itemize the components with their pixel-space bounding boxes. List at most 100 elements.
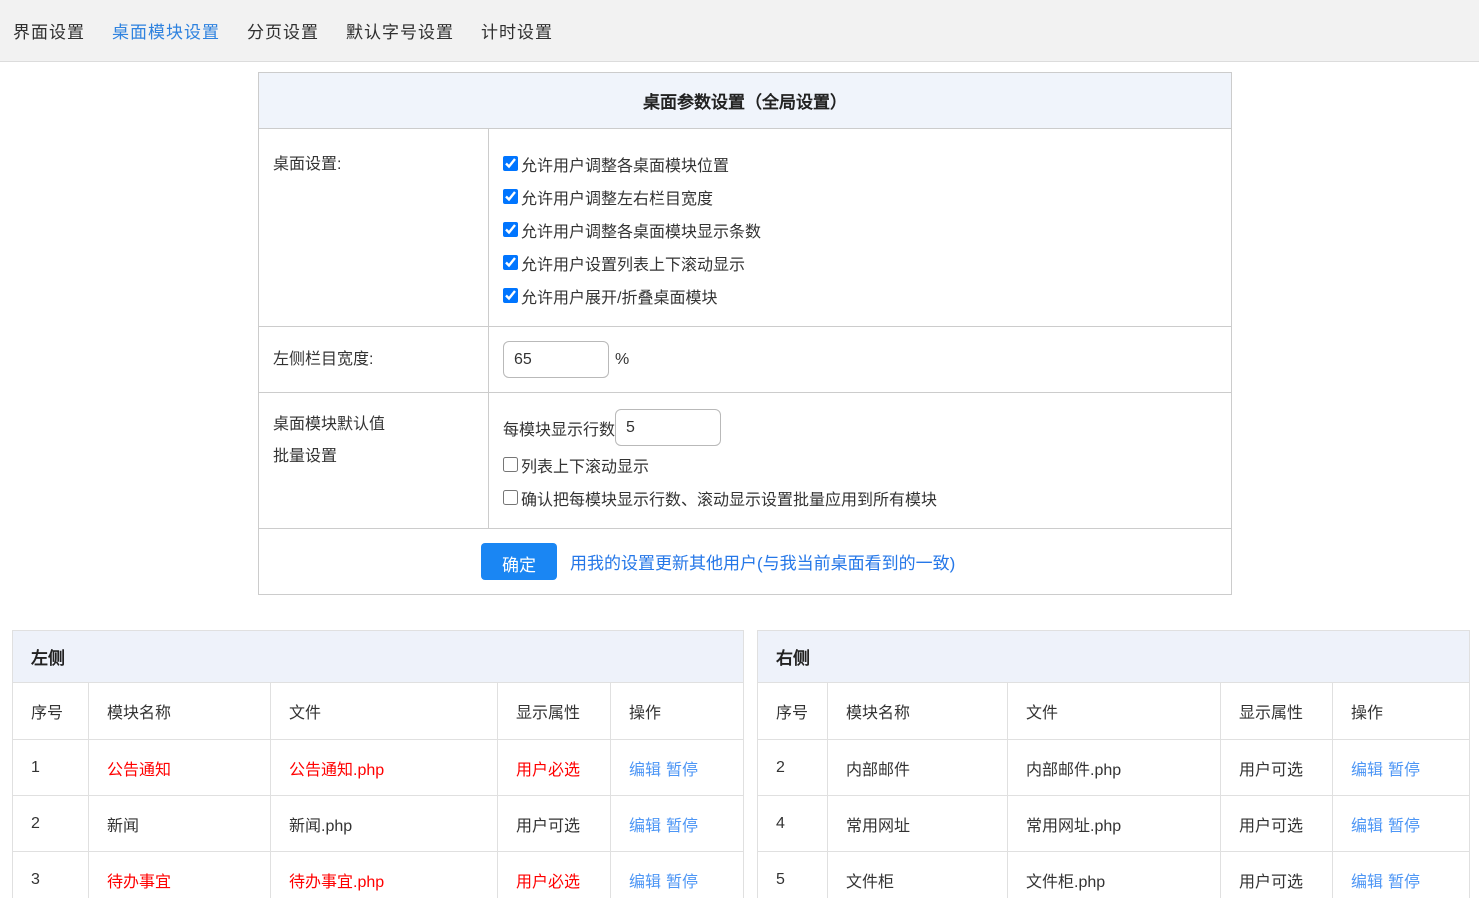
left-column-width-label: 左侧栏目宽度:: [259, 327, 489, 392]
rows-per-module-label: 每模块显示行数: [503, 416, 615, 440]
module-tables: 左侧 序号模块名称文件显示属性操作 1公告通知公告通知.php用户必选编辑暂停2…: [12, 630, 1479, 898]
pause-link[interactable]: 暂停: [666, 818, 698, 835]
column-header-操作: 操作: [611, 683, 744, 740]
table-row: 3待办事宜待办事宜.php用户必选编辑暂停: [13, 852, 744, 898]
top-nav: 界面设置 桌面模块设置 分页设置 默认字号设置 计时设置: [0, 0, 1479, 62]
desktop-settings-panel: 桌面参数设置（全局设置） 桌面设置: 允许用户调整各桌面模块位置允许用户调整左右…: [258, 72, 1232, 595]
edit-link[interactable]: 编辑: [629, 874, 661, 891]
nav-tab-计时设置[interactable]: 计时设置: [481, 18, 553, 43]
left-table-column-header: 序号模块名称文件显示属性操作: [13, 683, 744, 740]
desktop-setting-option[interactable]: 允许用户展开/折叠桌面模块: [503, 279, 1231, 312]
panel-actions-row: 确定 用我的设置更新其他用户(与我当前桌面看到的一致): [259, 529, 1231, 594]
module-defaults-row: 桌面模块默认值 批量设置 每模块显示行数 列表上下滚动显示确认把每模块显示行数、…: [259, 393, 1231, 529]
row-actions: 编辑暂停: [611, 796, 744, 852]
left-table-title: 左侧: [13, 631, 744, 683]
pause-link[interactable]: 暂停: [1388, 762, 1420, 779]
panel-title: 桌面参数设置（全局设置）: [259, 73, 1231, 129]
pause-link[interactable]: 暂停: [666, 874, 698, 891]
table-row: 2内部邮件内部邮件.php用户可选编辑暂停: [758, 740, 1470, 796]
cell-attr: 用户可选: [1221, 740, 1333, 796]
edit-link[interactable]: 编辑: [1351, 874, 1383, 891]
table-row: 4常用网址常用网址.php用户可选编辑暂停: [758, 796, 1470, 852]
column-header-序号: 序号: [13, 683, 89, 740]
desktop-setting-option[interactable]: 允许用户调整左右栏目宽度: [503, 180, 1231, 213]
desktop-setting-option[interactable]: 允许用户调整各桌面模块显示条数: [503, 213, 1231, 246]
column-header-显示属性: 显示属性: [1221, 683, 1333, 740]
module-default-checkbox[interactable]: [503, 457, 518, 472]
desktop-settings-label: 桌面设置:: [259, 129, 489, 326]
left-column-width-row: 左侧栏目宽度: %: [259, 327, 1231, 393]
row-actions: 编辑暂停: [611, 740, 744, 796]
right-table-title: 右侧: [758, 631, 1470, 683]
cell-name: 内部邮件: [828, 740, 1008, 796]
right-modules-table: 右侧 序号模块名称文件显示属性操作 2内部邮件内部邮件.php用户可选编辑暂停4…: [757, 630, 1470, 898]
cell-file: 常用网址.php: [1008, 796, 1221, 852]
column-header-序号: 序号: [758, 683, 828, 740]
column-header-模块名称: 模块名称: [828, 683, 1008, 740]
cell-no: 1: [13, 740, 89, 796]
cell-name: 文件柜: [828, 852, 1008, 898]
left-column-width-input[interactable]: [503, 341, 609, 378]
pause-link[interactable]: 暂停: [1388, 818, 1420, 835]
cell-file: 文件柜.php: [1008, 852, 1221, 898]
left-modules-table: 左侧 序号模块名称文件显示属性操作 1公告通知公告通知.php用户必选编辑暂停2…: [12, 630, 744, 898]
desktop-setting-checkbox[interactable]: [503, 222, 518, 237]
desktop-setting-checkbox[interactable]: [503, 288, 518, 303]
rows-per-module-input[interactable]: [615, 409, 721, 446]
module-defaults-options: 列表上下滚动显示确认把每模块显示行数、滚动显示设置批量应用到所有模块: [503, 448, 1231, 514]
desktop-setting-checkbox[interactable]: [503, 156, 518, 171]
percent-unit-label: %: [615, 351, 629, 369]
module-default-option[interactable]: 列表上下滚动显示: [503, 448, 1231, 481]
module-default-option[interactable]: 确认把每模块显示行数、滚动显示设置批量应用到所有模块: [503, 481, 1231, 514]
left-table-body: 1公告通知公告通知.php用户必选编辑暂停2新闻新闻.php用户可选编辑暂停3待…: [13, 740, 744, 898]
edit-link[interactable]: 编辑: [629, 762, 661, 779]
column-header-文件: 文件: [1008, 683, 1221, 740]
right-table-column-header: 序号模块名称文件显示属性操作: [758, 683, 1470, 740]
desktop-setting-option[interactable]: 允许用户设置列表上下滚动显示: [503, 246, 1231, 279]
column-header-模块名称: 模块名称: [89, 683, 271, 740]
cell-attr: 用户可选: [1221, 796, 1333, 852]
nav-tab-分页设置[interactable]: 分页设置: [247, 18, 319, 43]
edit-link[interactable]: 编辑: [1351, 818, 1383, 835]
cell-no: 2: [13, 796, 89, 852]
cell-name: 常用网址: [828, 796, 1008, 852]
cell-attr: 用户必选: [498, 740, 611, 796]
module-default-checkbox[interactable]: [503, 490, 518, 505]
cell-no: 2: [758, 740, 828, 796]
cell-attr: 用户必选: [498, 852, 611, 898]
cell-file: 内部邮件.php: [1008, 740, 1221, 796]
row-actions: 编辑暂停: [611, 852, 744, 898]
edit-link[interactable]: 编辑: [1351, 762, 1383, 779]
desktop-setting-checkbox[interactable]: [503, 255, 518, 270]
cell-name: 新闻: [89, 796, 271, 852]
cell-name: 待办事宜: [89, 852, 271, 898]
desktop-setting-option[interactable]: 允许用户调整各桌面模块位置: [503, 147, 1231, 180]
column-header-显示属性: 显示属性: [498, 683, 611, 740]
nav-tab-默认字号设置[interactable]: 默认字号设置: [346, 18, 454, 43]
confirm-button[interactable]: 确定: [481, 543, 557, 580]
table-row: 5文件柜文件柜.php用户可选编辑暂停: [758, 852, 1470, 898]
desktop-settings-row: 桌面设置: 允许用户调整各桌面模块位置允许用户调整左右栏目宽度允许用户调整各桌面…: [259, 129, 1231, 327]
desktop-setting-option-label: 允许用户调整各桌面模块显示条数: [521, 218, 761, 242]
pause-link[interactable]: 暂停: [666, 762, 698, 779]
right-table-body: 2内部邮件内部邮件.php用户可选编辑暂停4常用网址常用网址.php用户可选编辑…: [758, 740, 1470, 898]
module-default-option-label: 列表上下滚动显示: [521, 453, 649, 477]
row-actions: 编辑暂停: [1333, 796, 1470, 852]
pause-link[interactable]: 暂停: [1388, 874, 1420, 891]
nav-tab-桌面模块设置[interactable]: 桌面模块设置: [112, 18, 220, 43]
desktop-setting-checkbox[interactable]: [503, 189, 518, 204]
cell-no: 4: [758, 796, 828, 852]
cell-file: 待办事宜.php: [271, 852, 498, 898]
column-header-文件: 文件: [271, 683, 498, 740]
table-row: 1公告通知公告通知.php用户必选编辑暂停: [13, 740, 744, 796]
column-header-操作: 操作: [1333, 683, 1470, 740]
nav-tab-界面设置[interactable]: 界面设置: [13, 18, 85, 43]
row-actions: 编辑暂停: [1333, 852, 1470, 898]
edit-link[interactable]: 编辑: [629, 818, 661, 835]
desktop-setting-option-label: 允许用户展开/折叠桌面模块: [521, 284, 717, 308]
row-actions: 编辑暂停: [1333, 740, 1470, 796]
desktop-setting-option-label: 允许用户调整各桌面模块位置: [521, 152, 729, 176]
apply-to-all-users-link[interactable]: 用我的设置更新其他用户(与我当前桌面看到的一致): [570, 549, 955, 574]
table-row: 2新闻新闻.php用户可选编辑暂停: [13, 796, 744, 852]
module-default-option-label: 确认把每模块显示行数、滚动显示设置批量应用到所有模块: [521, 486, 937, 510]
